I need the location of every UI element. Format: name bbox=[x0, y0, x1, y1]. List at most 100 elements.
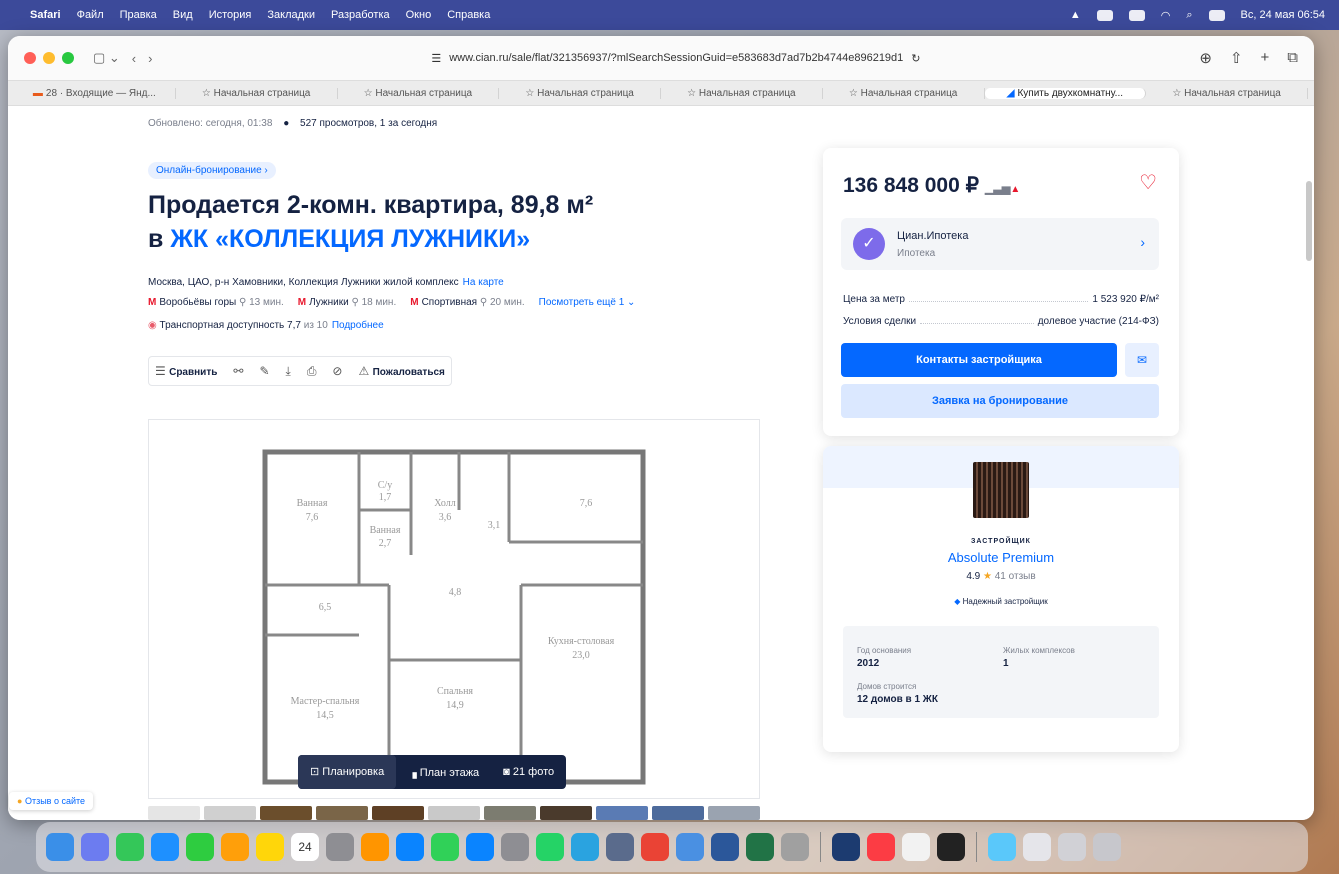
tab-start-5[interactable]: ☆ Начальная страница bbox=[823, 87, 985, 99]
new-tab-icon[interactable]: + bbox=[1261, 49, 1270, 67]
telegram-icon[interactable] bbox=[571, 833, 599, 861]
preview-icon[interactable] bbox=[1058, 833, 1086, 861]
tab-start-4[interactable]: ☆ Начальная страница bbox=[661, 87, 823, 99]
launchpad-icon[interactable] bbox=[81, 833, 109, 861]
menu-edit[interactable]: Правка bbox=[120, 9, 157, 21]
site-feedback-button[interactable]: ● Отзыв о сайте bbox=[9, 792, 94, 810]
app-icon[interactable] bbox=[676, 833, 704, 861]
app-icon[interactable] bbox=[606, 833, 634, 861]
zoom-window-button[interactable] bbox=[62, 52, 74, 64]
compare-button[interactable]: ☰ Сравнить bbox=[155, 364, 217, 378]
tab-start-1[interactable]: ☆ Начальная страница bbox=[176, 87, 338, 99]
numbers-icon[interactable] bbox=[431, 833, 459, 861]
edit-icon[interactable]: ✎ bbox=[259, 364, 269, 378]
thumbnail[interactable] bbox=[596, 806, 648, 820]
developer-name[interactable]: Absolute Premium bbox=[823, 550, 1179, 565]
notes-icon[interactable] bbox=[256, 833, 284, 861]
thumbnail[interactable] bbox=[316, 806, 368, 820]
tab-overview-icon[interactable]: ⧉ bbox=[1287, 49, 1298, 67]
downloads-icon[interactable]: ⊕ bbox=[1199, 49, 1212, 67]
folder-icon[interactable] bbox=[988, 833, 1016, 861]
metro-item[interactable]: M Воробьёвы горы ⚲ 13 мин. bbox=[148, 297, 284, 308]
thumbnail[interactable] bbox=[484, 806, 536, 820]
menu-bookmarks[interactable]: Закладки bbox=[267, 9, 315, 21]
sidebar-toggle-icon[interactable]: ▢ ⌄ bbox=[93, 50, 120, 66]
metro-item[interactable]: M Лужники ⚲ 18 мин. bbox=[298, 297, 396, 308]
metro-more-link[interactable]: Посмотреть ещё 1 ⌄ bbox=[539, 297, 636, 308]
address-bar[interactable]: ☰ www.cian.ru/sale/flat/321356937/?mlSea… bbox=[152, 52, 1199, 65]
thumbnail[interactable] bbox=[204, 806, 256, 820]
floor-plan[interactable]: Ванная 7,6 С/у 1,7 Холл 3,6 3,1 7,6 Ванн… bbox=[148, 419, 760, 799]
online-booking-badge[interactable]: Онлайн-бронирование › bbox=[148, 162, 276, 179]
tab-mail[interactable]: ▬ 28 · Входящие — Янд... bbox=[14, 87, 176, 99]
menu-develop[interactable]: Разработка bbox=[331, 9, 390, 21]
wifi-icon[interactable]: ◠ bbox=[1161, 9, 1171, 22]
app-icon[interactable] bbox=[832, 833, 860, 861]
input-source-icon[interactable] bbox=[1096, 9, 1113, 21]
map-link[interactable]: На карте bbox=[463, 277, 504, 288]
back-button[interactable]: ‹ bbox=[132, 51, 136, 66]
transport-more-link[interactable]: Подробнее bbox=[332, 320, 384, 331]
excel-icon[interactable] bbox=[746, 833, 774, 861]
facetime-icon[interactable] bbox=[186, 833, 214, 861]
contacts-icon[interactable] bbox=[326, 833, 354, 861]
hide-icon[interactable]: ⊘ bbox=[332, 364, 342, 378]
keynote-icon[interactable] bbox=[396, 833, 424, 861]
app-icon[interactable] bbox=[937, 833, 965, 861]
document-icon[interactable] bbox=[1023, 833, 1051, 861]
messages-icon[interactable] bbox=[116, 833, 144, 861]
thumbnail[interactable] bbox=[428, 806, 480, 820]
app-store-icon[interactable] bbox=[466, 833, 494, 861]
pages-icon[interactable] bbox=[361, 833, 389, 861]
booking-request-button[interactable]: Заявка на бронирование bbox=[841, 384, 1159, 418]
menu-history[interactable]: История bbox=[209, 9, 252, 21]
favorite-heart-icon[interactable]: ♡ bbox=[1139, 170, 1157, 195]
thumbnail[interactable] bbox=[260, 806, 312, 820]
menu-view[interactable]: Вид bbox=[173, 9, 193, 21]
safari-icon[interactable] bbox=[151, 833, 179, 861]
complex-link[interactable]: ЖК «КОЛЛЕКЦИЯ ЛУЖНИКИ» bbox=[170, 225, 530, 253]
close-window-button[interactable] bbox=[24, 52, 36, 64]
photos-icon[interactable] bbox=[221, 833, 249, 861]
calendar-icon[interactable]: 24 bbox=[291, 833, 319, 861]
app-icon[interactable] bbox=[781, 833, 809, 861]
tab-start-3[interactable]: ☆ Начальная страница bbox=[499, 87, 661, 99]
tab-start-2[interactable]: ☆ Начальная страница bbox=[338, 87, 500, 99]
complain-button[interactable]: ⚠ Пожаловаться bbox=[358, 364, 444, 378]
share-icon[interactable]: ⇧ bbox=[1230, 49, 1243, 67]
chat-icon[interactable]: ✉ bbox=[1125, 343, 1159, 377]
thumbnail[interactable] bbox=[708, 806, 760, 820]
scrollbar[interactable] bbox=[1306, 181, 1312, 261]
word-icon[interactable] bbox=[711, 833, 739, 861]
print-icon[interactable]: ⎙ bbox=[307, 364, 317, 379]
whatsapp-icon[interactable] bbox=[536, 833, 564, 861]
app-icon[interactable] bbox=[902, 833, 930, 861]
control-center-icon[interactable] bbox=[1208, 9, 1225, 21]
finder-icon[interactable] bbox=[46, 833, 74, 861]
thumbnail[interactable] bbox=[652, 806, 704, 820]
mortgage-offer[interactable]: ✓ Циан.Ипотека Ипотека › bbox=[841, 218, 1159, 270]
drive-icon[interactable]: ▲ bbox=[1070, 9, 1081, 21]
music-icon[interactable] bbox=[867, 833, 895, 861]
page-settings-icon[interactable]: ☰ bbox=[431, 52, 441, 65]
menu-window[interactable]: Окно bbox=[406, 9, 432, 21]
minimize-window-button[interactable] bbox=[43, 52, 55, 64]
developer-rating[interactable]: 4.9 ★ 41 отзыв bbox=[823, 571, 1179, 582]
trash-icon[interactable] bbox=[1093, 833, 1121, 861]
menu-help[interactable]: Справка bbox=[447, 9, 490, 21]
price-history-icon[interactable]: ▁▃▅ bbox=[985, 183, 1010, 195]
thumbnail[interactable] bbox=[372, 806, 424, 820]
share-icon[interactable]: ⚯ bbox=[233, 364, 243, 378]
download-icon[interactable]: ⤓ bbox=[286, 364, 291, 379]
tab-cian-active[interactable]: ◢ Купить двухкомнатну... bbox=[984, 87, 1147, 99]
tab-start-6[interactable]: ☆ Начальная страница bbox=[1146, 87, 1308, 99]
chrome-icon[interactable] bbox=[641, 833, 669, 861]
developer-logo[interactable] bbox=[973, 462, 1029, 518]
thumbnail[interactable] bbox=[540, 806, 592, 820]
menu-safari[interactable]: Safari bbox=[30, 9, 61, 21]
settings-icon[interactable] bbox=[501, 833, 529, 861]
thumbnail[interactable] bbox=[148, 806, 200, 820]
metro-item[interactable]: M Спортивная ⚲ 20 мин. bbox=[410, 297, 524, 308]
developer-contacts-button[interactable]: Контакты застройщика bbox=[841, 343, 1117, 377]
battery-icon[interactable] bbox=[1128, 9, 1145, 21]
